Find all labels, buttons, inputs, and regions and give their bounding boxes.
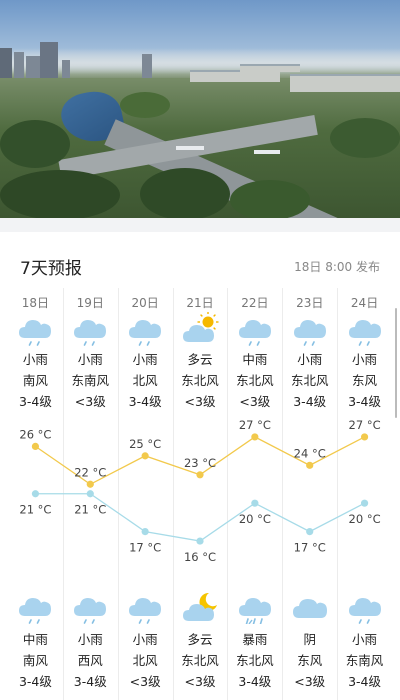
gate (176, 146, 204, 150)
factory-roof (290, 74, 400, 92)
tree-cluster (230, 180, 310, 218)
low-temp-label: 17 °C (294, 541, 326, 555)
high-temp-label: 27 °C (239, 418, 271, 432)
high-temp-point (251, 433, 259, 441)
building (0, 48, 12, 78)
low-temp-point (31, 490, 40, 498)
gate (254, 150, 280, 154)
high-temp-label: 23 °C (184, 456, 216, 470)
high-temp-point (196, 471, 204, 479)
low-temp-label: 20 °C (349, 512, 381, 526)
high-temp-point (141, 452, 149, 460)
low-temp-point (360, 499, 369, 507)
tree-cluster (330, 118, 400, 158)
high-temp-point (31, 442, 40, 450)
low-temp-point (86, 490, 94, 498)
tree-cluster (120, 92, 170, 118)
building (40, 42, 58, 78)
low-temp-label: 21 °C (74, 503, 106, 517)
section-separator (0, 218, 400, 232)
forecast-title: 7天预报 (20, 259, 82, 279)
building (62, 60, 70, 78)
high-temp-label: 22 °C (74, 465, 106, 479)
building (26, 56, 40, 78)
low-temp-line (35, 493, 365, 542)
high-temp-label: 24 °C (294, 446, 326, 460)
building (142, 54, 152, 78)
publish-time: 18日 8:00 发布 (294, 260, 380, 274)
factory-roof (240, 64, 300, 72)
low-temp-label: 17 °C (129, 541, 161, 555)
tree-cluster (140, 168, 230, 218)
temperature-chart: 26 °C 22 °C 25 °C 23 °C 27 °C 24 °C 27 °C 21 °C… (19, 418, 381, 564)
header-photo (0, 0, 400, 218)
scrollbar[interactable] (395, 308, 397, 418)
high-temp-point (86, 480, 94, 488)
low-temp-point (306, 528, 314, 536)
low-temp-point (141, 528, 149, 536)
tree-cluster (0, 170, 120, 218)
low-temp-point (251, 499, 259, 507)
low-temp-label: 16 °C (184, 550, 216, 564)
low-temp-label: 20 °C (239, 512, 271, 526)
tree-cluster (0, 120, 70, 168)
high-temp-label: 27 °C (349, 418, 381, 432)
building (14, 52, 24, 78)
high-temp-label: 25 °C (129, 437, 161, 451)
high-temp-point (360, 433, 369, 441)
high-temp-label: 26 °C (19, 427, 51, 441)
low-temp-point (196, 537, 204, 545)
high-temp-point (306, 461, 314, 469)
low-temp-label: 21 °C (19, 503, 51, 517)
